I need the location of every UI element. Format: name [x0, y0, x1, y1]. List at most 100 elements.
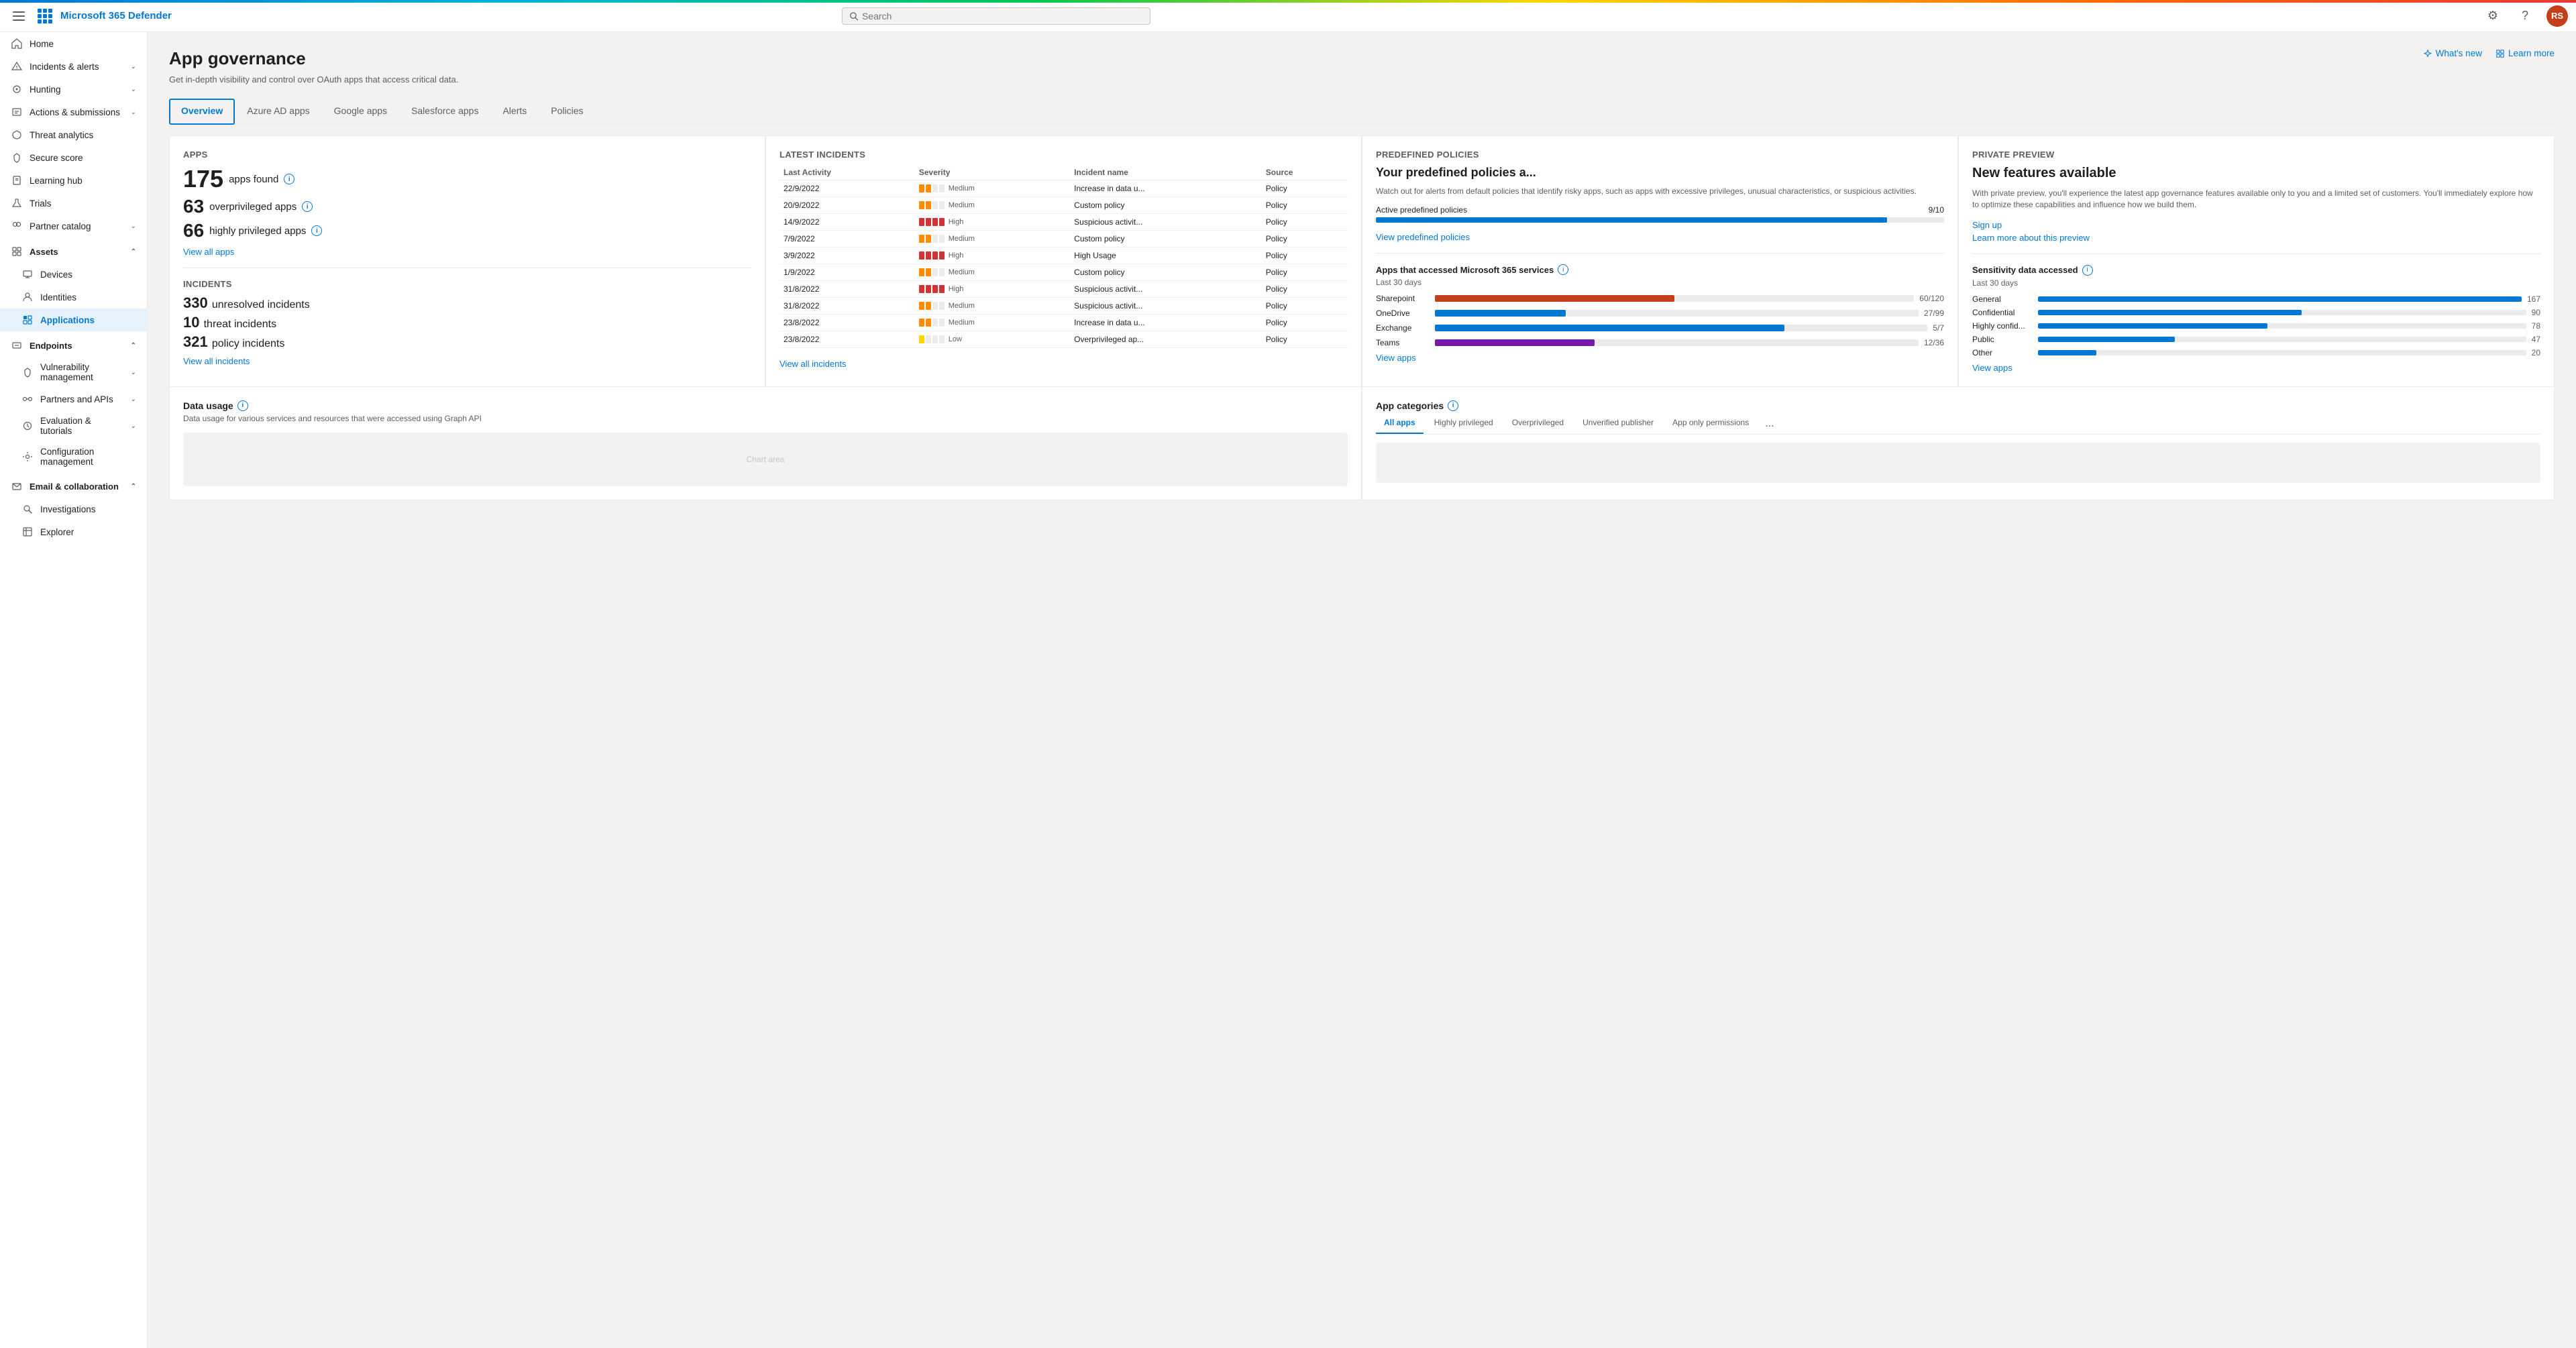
private-preview-label: Private preview [1972, 150, 2540, 160]
threat-incidents: 10 threat incidents [183, 314, 751, 331]
tab-overview[interactable]: Overview [169, 99, 235, 125]
sensitivity-item-label: Confidential [1972, 308, 2033, 317]
sidebar-item-incidents[interactable]: Incidents & alerts ⌄ [0, 55, 147, 78]
apps-found-info-icon[interactable]: i [284, 174, 294, 184]
sidebar-item-secure[interactable]: Secure score [0, 146, 147, 169]
view-all-incidents-link-2[interactable]: View all incidents [780, 359, 1348, 369]
sidebar-item-learning[interactable]: Learning hub [0, 169, 147, 192]
view-predefined-link[interactable]: View predefined policies [1376, 232, 1944, 242]
table-row[interactable]: 31/8/2022 Medium Suspicious activit... P… [780, 298, 1348, 315]
sev-bar [919, 218, 924, 226]
tab-policies[interactable]: Policies [539, 99, 595, 125]
chevron-icon: ⌃ [131, 483, 136, 490]
incident-severity: Medium [915, 298, 1070, 315]
sev-bar [926, 218, 931, 226]
overprivileged-info-icon[interactable]: i [302, 201, 313, 212]
sidebar-item-actions[interactable]: Actions & submissions ⌄ [0, 101, 147, 123]
incident-severity: Medium [915, 315, 1070, 331]
cat-tab-highly[interactable]: Highly privileged [1426, 414, 1501, 434]
table-row[interactable]: 1/9/2022 Medium Custom policy Policy [780, 264, 1348, 281]
sidebar-section-endpoints[interactable]: Endpoints ⌃ [0, 331, 147, 357]
chevron-icon: ⌄ [131, 109, 136, 116]
table-row[interactable]: 31/8/2022 High Suspicious activit... Pol… [780, 281, 1348, 298]
app-categories-info-icon[interactable]: i [1448, 400, 1458, 411]
sidebar-label-hunting: Hunting [30, 85, 61, 95]
tab-alerts[interactable]: Alerts [490, 99, 539, 125]
view-apps-link-1[interactable]: View apps [1376, 353, 1944, 363]
data-usage-info-icon[interactable]: i [237, 400, 248, 411]
view-all-incidents-link-1[interactable]: View all incidents [183, 356, 751, 366]
sidebar-item-partners-apis[interactable]: Partners and APIs ⌄ [0, 388, 147, 410]
view-apps-link-2[interactable]: View apps [1972, 363, 2540, 373]
sensitivity-item-count: 90 [2532, 308, 2540, 317]
cat-tab-over[interactable]: Overprivileged [1504, 414, 1572, 434]
sidebar-item-partner[interactable]: Partner catalog ⌄ [0, 215, 147, 237]
sensitivity-row: Other 20 [1972, 348, 2540, 357]
sidebar-section-assets[interactable]: Assets ⌃ [0, 237, 147, 263]
avatar[interactable]: RS [2546, 5, 2568, 27]
hamburger-button[interactable] [8, 5, 30, 27]
sidebar-item-explorer[interactable]: Explorer [0, 520, 147, 543]
learn-more-link[interactable]: Learn more [2496, 48, 2555, 58]
service-bar-container [1435, 310, 1919, 317]
table-row[interactable]: 20/9/2022 Medium Custom policy Policy [780, 197, 1348, 214]
sidebar-item-investigations[interactable]: Investigations [0, 498, 147, 520]
sidebar-section-email[interactable]: Email & collaboration ⌃ [0, 472, 147, 498]
highly-priv-info-icon[interactable]: i [311, 225, 322, 236]
col-source: Source [1262, 165, 1348, 180]
sidebar-item-vuln[interactable]: Vulnerability management ⌄ [0, 357, 147, 388]
sidebar-item-trials[interactable]: Trials [0, 192, 147, 215]
policy-incidents: 321 policy incidents [183, 333, 751, 351]
sev-bar [919, 319, 924, 327]
whats-new-link[interactable]: What's new [2423, 48, 2482, 58]
settings-icon[interactable]: ⚙ [2482, 5, 2504, 27]
service-row: Exchange 5/7 [1376, 323, 1944, 333]
incident-name: Increase in data u... [1070, 180, 1262, 197]
cat-tab-all[interactable]: All apps [1376, 414, 1424, 434]
table-row[interactable]: 23/8/2022 Medium Increase in data u... P… [780, 315, 1348, 331]
predefined-heading: Your predefined policies a... [1376, 165, 1944, 180]
sidebar-item-home[interactable]: Home [0, 32, 147, 55]
sidebar-label-applications: Applications [40, 315, 95, 325]
search-box[interactable] [842, 7, 1150, 25]
sensitivity-info-icon[interactable]: i [2082, 265, 2093, 276]
sidebar-item-applications[interactable]: Applications [0, 308, 147, 331]
learn-more-preview-link[interactable]: Learn more about this preview [1972, 233, 2540, 243]
table-row[interactable]: 7/9/2022 Medium Custom policy Policy [780, 231, 1348, 247]
help-icon[interactable]: ? [2514, 5, 2536, 27]
sidebar-item-hunting[interactable]: Hunting ⌄ [0, 78, 147, 101]
sidebar-label-config: Configuration management [40, 447, 136, 467]
view-all-apps-link[interactable]: View all apps [183, 247, 751, 257]
incident-source: Policy [1262, 298, 1348, 315]
table-row[interactable]: 22/9/2022 Medium Increase in data u... P… [780, 180, 1348, 197]
tab-salesforce[interactable]: Salesforce apps [399, 99, 490, 125]
home-icon [11, 38, 23, 50]
more-categories-button[interactable]: ... [1760, 414, 1779, 434]
incident-severity: Medium [915, 180, 1070, 197]
sensitivity-item-count: 47 [2532, 335, 2540, 344]
partners-icon [21, 393, 34, 405]
latest-incidents-panel: Latest incidents Last Activity Severity … [765, 135, 1362, 387]
sensitivity-bar-fill [2038, 296, 2522, 302]
sev-bar [919, 302, 924, 310]
cat-tab-app_only[interactable]: App only permissions [1664, 414, 1757, 434]
sidebar-item-devices[interactable]: Devices [0, 263, 147, 286]
incident-severity: High [915, 281, 1070, 298]
service-count: 27/99 [1924, 308, 1944, 318]
search-input[interactable] [862, 11, 1143, 21]
page-header: App governance What's new Learn more [169, 48, 2555, 69]
cat-tab-unverified[interactable]: Unverified publisher [1574, 414, 1662, 434]
sidebar-label-actions: Actions & submissions [30, 107, 120, 117]
sidebar-item-identities[interactable]: Identities [0, 286, 147, 308]
table-row[interactable]: 3/9/2022 High High Usage Policy [780, 247, 1348, 264]
tab-azure-ad[interactable]: Azure AD apps [235, 99, 321, 125]
sidebar-item-config[interactable]: Configuration management [0, 441, 147, 472]
sidebar-item-eval[interactable]: Evaluation & tutorials ⌄ [0, 410, 147, 441]
tab-google[interactable]: Google apps [322, 99, 399, 125]
signup-link[interactable]: Sign up [1972, 220, 2540, 230]
ms-services-info-icon[interactable]: i [1558, 264, 1568, 275]
sidebar-item-threat[interactable]: Threat analytics [0, 123, 147, 146]
table-row[interactable]: 14/9/2022 High Suspicious activit... Pol… [780, 214, 1348, 231]
table-row[interactable]: 23/8/2022 Low Overprivileged ap... Polic… [780, 331, 1348, 348]
incident-severity: Medium [915, 231, 1070, 247]
